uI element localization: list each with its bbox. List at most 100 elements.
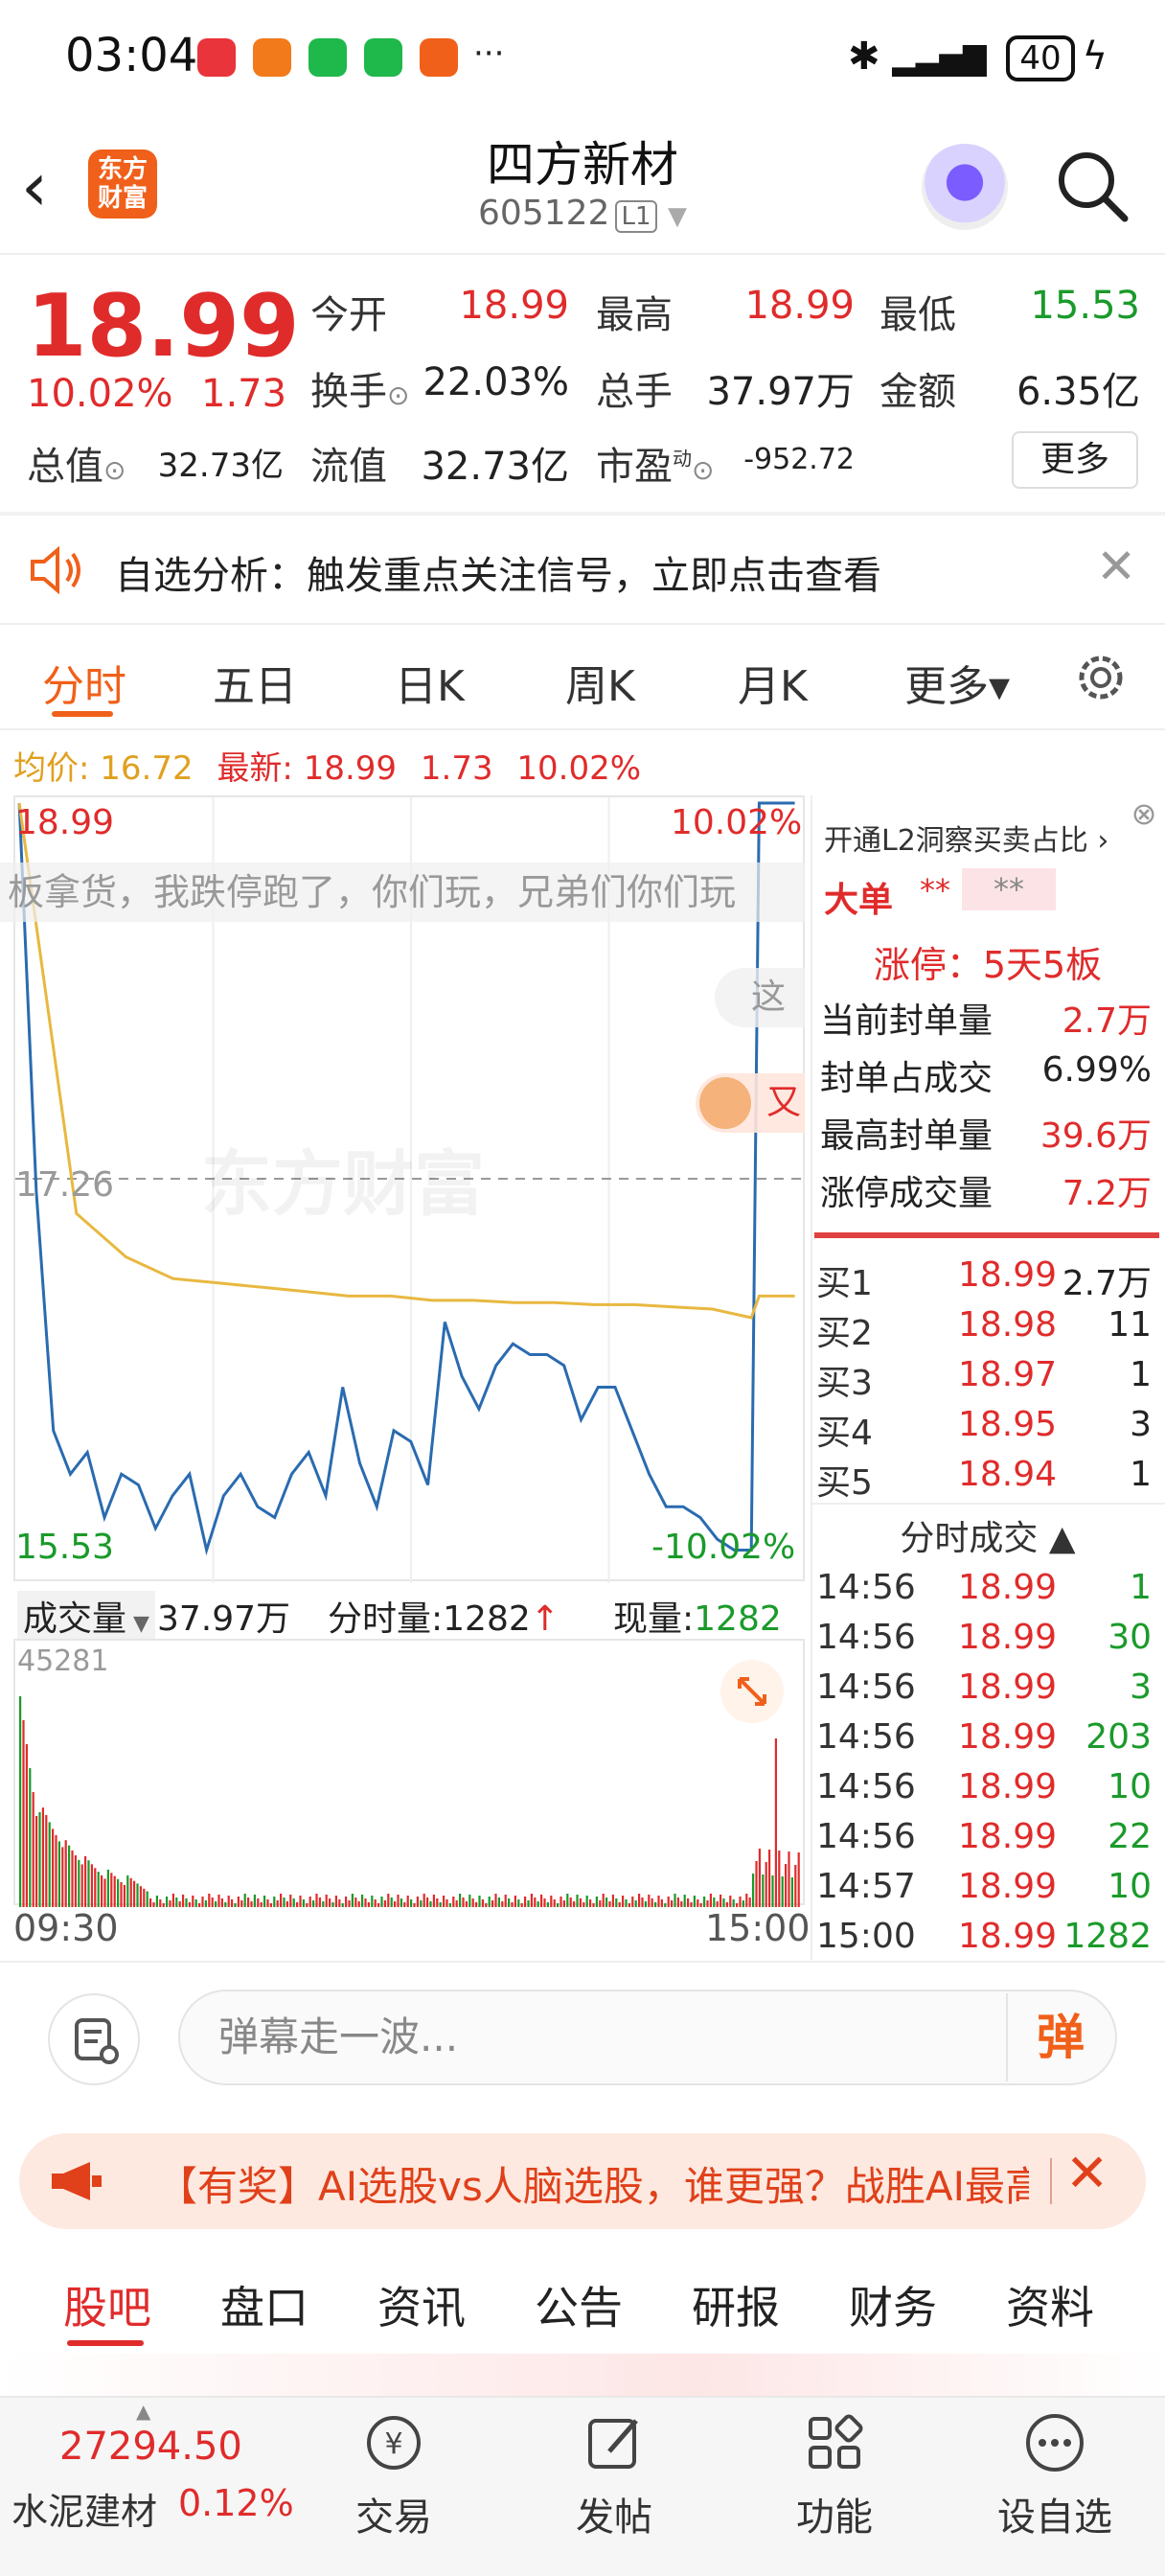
more-button[interactable]: 更多: [1012, 431, 1138, 489]
watermark: 东方财富: [201, 1143, 485, 1226]
tab-profile[interactable]: 资料: [1006, 2273, 1094, 2336]
bid-volume: 1: [1130, 1455, 1152, 1494]
volume-bar: [103, 1878, 106, 1907]
nav-add-watchlist[interactable]: 设自选: [978, 2486, 1131, 2542]
danmu-input[interactable]: 弹幕走一波...: [178, 1990, 1117, 2085]
volume-bar: [625, 1899, 628, 1907]
stock-header: ‹ 东方 财富 四方新材 605122 L1 ▼: [0, 115, 1165, 254]
l2-open-link[interactable]: 开通L2洞察买卖占比 ›: [824, 816, 1108, 859]
close-icon[interactable]: ⊗: [1125, 795, 1163, 834]
volume-bar: [648, 1895, 651, 1907]
volume-bar: [338, 1899, 341, 1907]
volume-bar: [436, 1898, 439, 1907]
nav-functions[interactable]: 功能: [758, 2486, 911, 2542]
danmu-comment-3[interactable]: 又: [696, 1073, 805, 1133]
x-end-label: 15:00: [705, 1907, 811, 1949]
volume-indicator-select[interactable]: 成交量 ▼: [17, 1591, 155, 1641]
l2-row-label: 封单占成交: [820, 1059, 994, 1098]
tick-time: 14:56: [816, 1568, 916, 1607]
index-name[interactable]: 水泥建材: [11, 2482, 157, 2535]
volume-bar: [745, 1894, 748, 1907]
nav-trade[interactable]: 交易: [317, 2486, 470, 2542]
volume-bar: [491, 1900, 494, 1907]
tab-research[interactable]: 研报: [692, 2273, 780, 2336]
feed-preview-strip: [0, 2354, 1165, 2396]
tab-announcements[interactable]: 公告: [535, 2273, 623, 2336]
tab-finance[interactable]: 财务: [849, 2273, 937, 2336]
l2-row-value: 6.99%: [1041, 1050, 1152, 1090]
volume-bar: [697, 1899, 699, 1907]
volume-bar: [55, 1835, 57, 1907]
volume-bar: [152, 1902, 155, 1907]
volume-bar: [367, 1902, 370, 1907]
expand-icon[interactable]: [720, 1660, 784, 1723]
grid-icon[interactable]: [801, 2409, 868, 2476]
avg-value: 16.72: [100, 749, 194, 788]
close-icon[interactable]: ✕: [1065, 2143, 1108, 2203]
volume-bar: [286, 1901, 288, 1907]
volume-bar: [742, 1900, 744, 1907]
ticks-header[interactable]: 分时成交 ▲: [811, 1510, 1165, 1560]
volume-bar: [576, 1895, 579, 1907]
more-dots-icon[interactable]: [1021, 2409, 1088, 2476]
big-order-label: 大单: [824, 881, 894, 920]
tab-news[interactable]: 资讯: [377, 2273, 466, 2336]
volume-bar: [377, 1903, 380, 1907]
volume-bar: [618, 1902, 621, 1907]
nav-post[interactable]: 发帖: [537, 2486, 691, 2542]
volume-bar: [439, 1902, 442, 1907]
comment-list-icon[interactable]: [48, 1993, 140, 2085]
index-value[interactable]: 27294.50: [59, 2425, 242, 2469]
volume-bar: [520, 1903, 523, 1907]
volume-bar: [690, 1902, 693, 1907]
volume-bar: [400, 1898, 402, 1907]
y-top-label: 18.99: [15, 803, 115, 842]
danmu-comment[interactable]: 板拿货，我跌停跑了，你们玩，兄弟们你们玩: [0, 862, 805, 922]
volume-bar: [351, 1894, 354, 1907]
volume-bar: [429, 1901, 432, 1907]
bid-price: 18.97: [958, 1355, 1058, 1394]
danmu-comment-2[interactable]: 这和: [715, 968, 805, 1027]
tab-weekly-k[interactable]: 周K: [565, 652, 635, 713]
promo-text: 【有奖】AI选股vs人脑选股，谁更强？战胜AI最高: [157, 2163, 1029, 2210]
volume-bar: [403, 1902, 406, 1907]
volume-bar: [628, 1903, 630, 1907]
volume-bar: [397, 1895, 400, 1907]
tab-more[interactable]: 更多▾: [904, 652, 1010, 713]
volume-chart[interactable]: [13, 1639, 805, 1907]
ai-assistant-icon[interactable]: [922, 144, 1008, 230]
chevron-up-icon[interactable]: ▲: [136, 2400, 150, 2423]
volume-bar: [511, 1902, 514, 1907]
tick-price: 18.99: [958, 1917, 1058, 1956]
notice-bar[interactable]: 自选分析：触发重点关注信号，立即点击查看 ✕: [0, 518, 1165, 621]
l2-row-label: 最高封单量: [820, 1116, 994, 1156]
volume-bar: [269, 1903, 272, 1907]
avg-label: 均价:: [13, 749, 90, 788]
tab-orderbook[interactable]: 盘口: [220, 2273, 308, 2336]
danmu-toggle-button[interactable]: 弹: [1006, 1993, 1113, 2082]
search-icon[interactable]: [1054, 148, 1131, 224]
volume-bar: [101, 1874, 103, 1907]
current-price: 18.99: [27, 276, 300, 377]
tab-forum[interactable]: 股吧: [63, 2273, 151, 2336]
volume-bar: [149, 1898, 152, 1907]
tick-price: 18.99: [958, 1817, 1058, 1856]
trade-icon[interactable]: ¥: [360, 2409, 427, 2476]
active-tab-indicator: [67, 2340, 144, 2346]
volume-bar: [494, 1894, 497, 1907]
tab-monthly-k[interactable]: 月K: [738, 652, 808, 713]
post-icon[interactable]: [581, 2409, 648, 2476]
volume-bar: [139, 1886, 142, 1907]
tab-five-day[interactable]: 五日: [213, 652, 297, 713]
tab-daily-k[interactable]: 日K: [395, 652, 465, 713]
volume-header: 成交量 ▼ 37.97万 分时量:1282↑ 现量:1282: [13, 1583, 805, 1641]
close-icon[interactable]: ✕: [1096, 539, 1136, 594]
tab-intraday[interactable]: 分时: [42, 652, 126, 713]
volume-bar: [592, 1903, 595, 1907]
volume-bar: [615, 1898, 618, 1907]
volume-bar: [410, 1899, 413, 1907]
volume-bar: [501, 1901, 504, 1907]
change-amount: 1.73: [201, 372, 287, 416]
content-tabs: 股吧 盘口 资讯 公告 研报 财务 资料: [0, 2244, 1165, 2350]
gear-icon[interactable]: [1071, 648, 1131, 707]
